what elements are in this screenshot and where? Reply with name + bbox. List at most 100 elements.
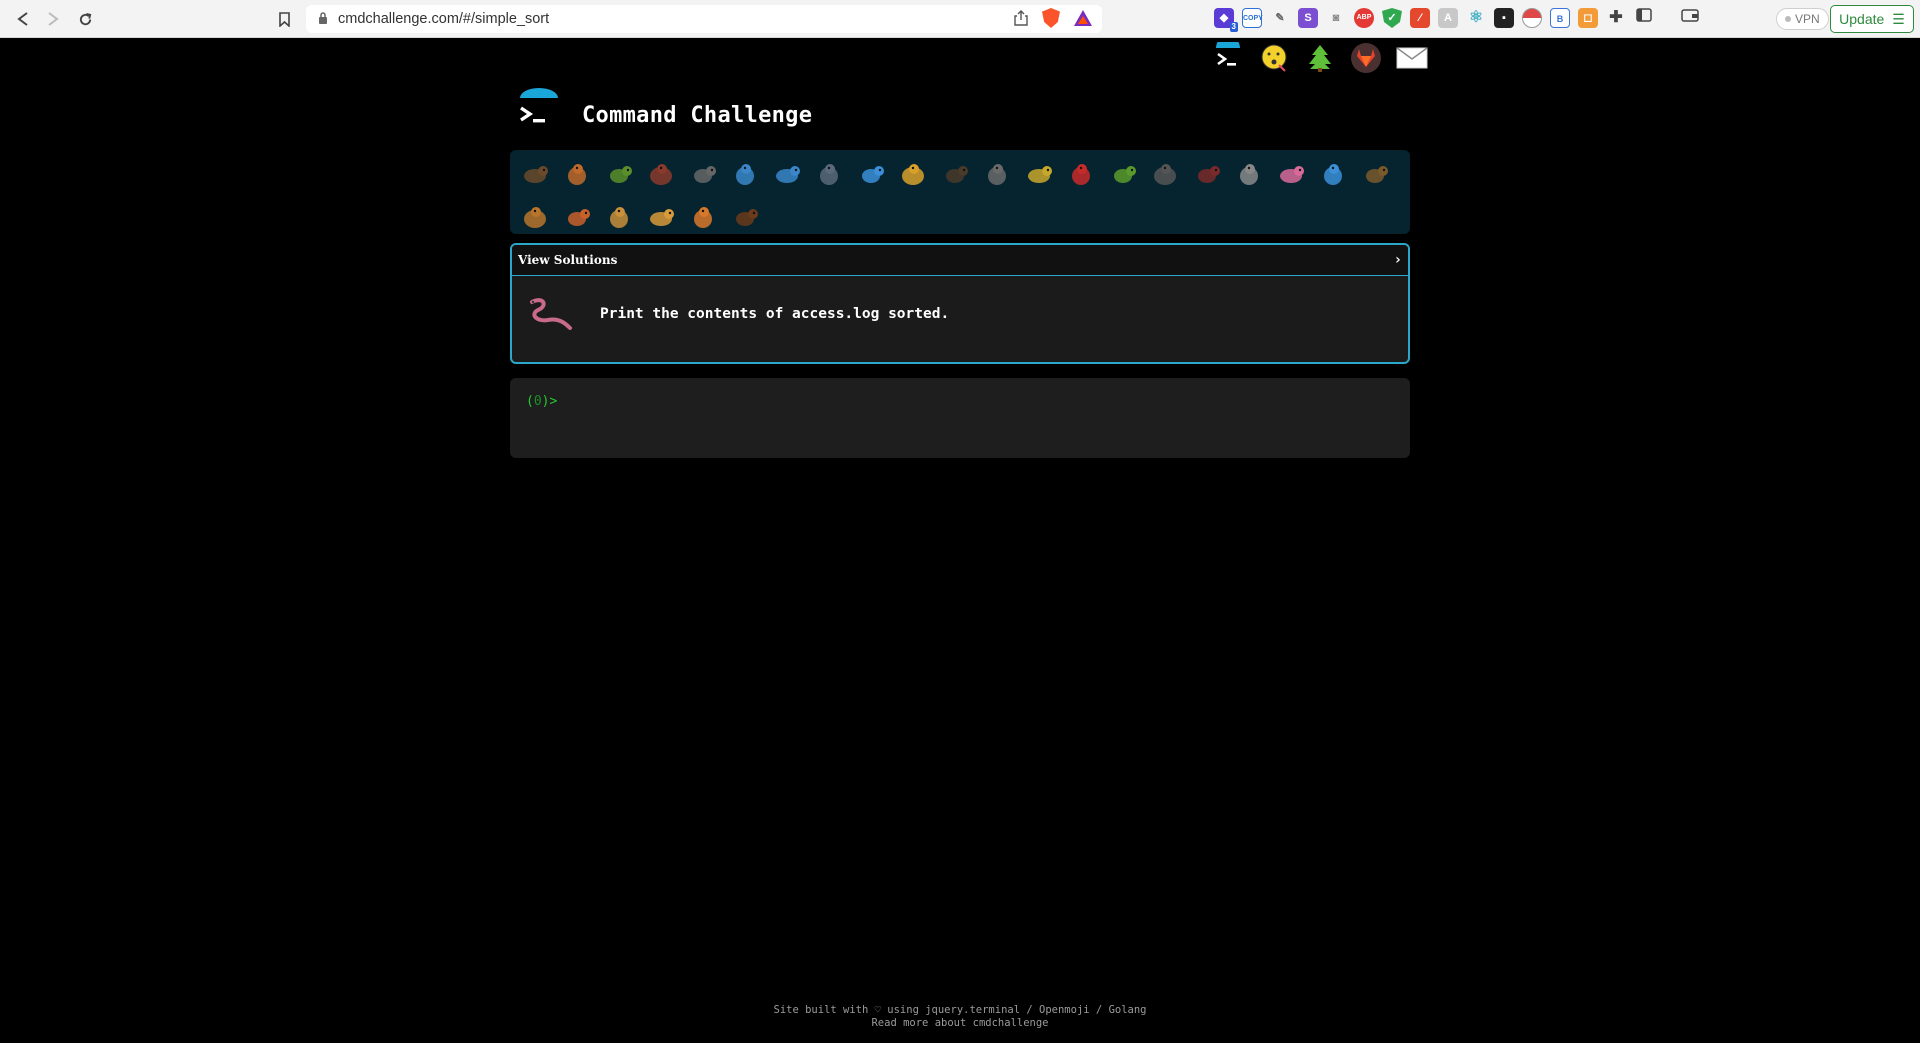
- adblock-icon[interactable]: ABP: [1354, 8, 1374, 28]
- shield-icon[interactable]: ✓: [1382, 8, 1402, 28]
- challenge-lion[interactable]: [644, 199, 680, 235]
- pokeball-icon[interactable]: [1522, 8, 1542, 28]
- challenge-fox[interactable]: [560, 199, 596, 235]
- butterfly-icon: [568, 164, 586, 185]
- footer-separator: /: [1089, 1004, 1109, 1016]
- tree-link[interactable]: [1304, 42, 1336, 74]
- react-icon[interactable]: ⚛: [1466, 8, 1486, 28]
- brave-rewards-icon[interactable]: [1074, 10, 1092, 26]
- orange-square-icon[interactable]: ◻: [1578, 8, 1598, 28]
- stack-icon[interactable]: ◆ 3: [1214, 8, 1238, 32]
- challenge-wolf[interactable]: [980, 156, 1016, 192]
- challenge-ant[interactable]: [644, 156, 680, 192]
- eyedropper-icon[interactable]: ✎: [1270, 8, 1290, 28]
- kiss-face-link[interactable]: [1258, 42, 1290, 74]
- worm-icon: [1280, 166, 1304, 183]
- challenge-lizard[interactable]: [1106, 156, 1142, 192]
- challenge-scorpion[interactable]: [1190, 156, 1226, 192]
- challenge-snail[interactable]: [518, 156, 554, 192]
- challenge-shark[interactable]: [812, 156, 848, 192]
- bookmark-button[interactable]: [274, 8, 294, 30]
- challenge-mosquito[interactable]: [1148, 156, 1184, 192]
- prompt-open: (: [526, 394, 534, 409]
- address-bar[interactable]: cmdchallenge.com/#/simple_sort: [306, 5, 1102, 33]
- brave-shields-icon[interactable]: [1042, 8, 1060, 28]
- reload-icon: [79, 12, 91, 25]
- puzzle-icon[interactable]: ✚: [1606, 8, 1626, 28]
- challenge-otter[interactable]: [938, 156, 974, 192]
- mosquito-icon: [1154, 164, 1176, 185]
- forward-arrow-icon: [48, 12, 59, 26]
- fly-icon: [1240, 164, 1258, 185]
- vpn-button[interactable]: VPN: [1776, 8, 1829, 30]
- back-button[interactable]: [12, 8, 34, 30]
- translate-icon[interactable]: A: [1438, 8, 1458, 28]
- fox-icon: [568, 209, 590, 226]
- bitwarden-icon[interactable]: B: [1550, 8, 1570, 28]
- whale-icon: [736, 164, 754, 185]
- fish-icon: [862, 166, 884, 183]
- challenge-ladybug[interactable]: [1064, 156, 1100, 192]
- vpn-label: VPN: [1795, 12, 1820, 26]
- update-label: Update: [1839, 11, 1885, 27]
- openmoji-link[interactable]: Openmoji: [1039, 1004, 1090, 1016]
- reload-button[interactable]: [74, 8, 96, 30]
- lock-icon: [318, 11, 328, 27]
- challenge-monkey[interactable]: [1358, 156, 1394, 192]
- challenge-fish[interactable]: [854, 156, 890, 192]
- extension-badge: 3: [1229, 22, 1238, 32]
- challenge-whale[interactable]: [728, 156, 764, 192]
- about-link[interactable]: Read more about cmdchallenge: [871, 1017, 1048, 1029]
- wolf-icon: [988, 164, 1006, 185]
- challenge-bee[interactable]: [1022, 156, 1058, 192]
- wallet-icon[interactable]: [1680, 8, 1700, 28]
- sidebar-icon[interactable]: [1634, 8, 1654, 28]
- challenge-spider-web[interactable]: [686, 156, 722, 192]
- tropical-fish-icon: [902, 164, 924, 185]
- tree-icon: [1309, 45, 1331, 72]
- view-solutions-label: View Solutions: [518, 253, 618, 267]
- camera-icon[interactable]: ◙: [1326, 8, 1346, 28]
- terminal-logo-icon: [520, 88, 558, 123]
- challenge-microbe[interactable]: [1316, 156, 1352, 192]
- jquery-terminal-link[interactable]: jquery.terminal: [925, 1004, 1020, 1016]
- shark-icon: [820, 164, 838, 185]
- scorpion-icon: [1198, 166, 1220, 183]
- s-icon[interactable]: S: [1298, 8, 1318, 28]
- challenge-dog[interactable]: [518, 199, 554, 235]
- gitlab-link[interactable]: [1350, 42, 1382, 74]
- horse-icon: [736, 209, 758, 226]
- challenge-tropical-fish[interactable]: [896, 156, 932, 192]
- challenge-butterfly[interactable]: [560, 156, 596, 192]
- terminal[interactable]: (0)>: [510, 378, 1410, 458]
- challenge-dolphin[interactable]: [770, 156, 806, 192]
- otter-icon: [946, 166, 968, 183]
- view-solutions-toggle[interactable]: View Solutions ›: [512, 245, 1408, 276]
- share-icon[interactable]: [1014, 10, 1028, 26]
- pdf-icon[interactable]: ⁄: [1410, 8, 1430, 28]
- chevron-right-icon: ›: [1393, 252, 1402, 268]
- challenge-horse[interactable]: [728, 199, 764, 235]
- update-button[interactable]: Update ☰: [1830, 5, 1914, 33]
- terminal-prompt: (0)>: [526, 394, 557, 409]
- dark-square-icon[interactable]: ▪: [1494, 8, 1514, 28]
- tiger-icon: [694, 207, 712, 228]
- lizard-icon: [1114, 166, 1136, 183]
- ant-icon: [650, 164, 672, 185]
- challenge-caterpillar[interactable]: [602, 156, 638, 192]
- url-text: cmdchallenge.com/#/simple_sort: [338, 11, 550, 27]
- site-logo[interactable]: [516, 88, 562, 134]
- footer-line-2: Read more about cmdchallenge: [0, 1017, 1920, 1030]
- forward-button[interactable]: [42, 8, 64, 30]
- worm-icon: [530, 298, 572, 330]
- challenge-fly[interactable]: [1232, 156, 1268, 192]
- copy-icon[interactable]: COPY: [1242, 8, 1263, 28]
- terminal-link[interactable]: [1212, 42, 1244, 74]
- challenge-tiger[interactable]: [686, 199, 722, 235]
- browser-toolbar: cmdchallenge.com/#/simple_sort ◆ 3 COPY ✎…: [0, 0, 1920, 38]
- golang-link[interactable]: Golang: [1109, 1004, 1147, 1016]
- challenge-cat[interactable]: [602, 199, 638, 235]
- dog-icon: [524, 207, 546, 228]
- email-link[interactable]: [1396, 42, 1428, 74]
- challenge-worm[interactable]: [1274, 156, 1310, 192]
